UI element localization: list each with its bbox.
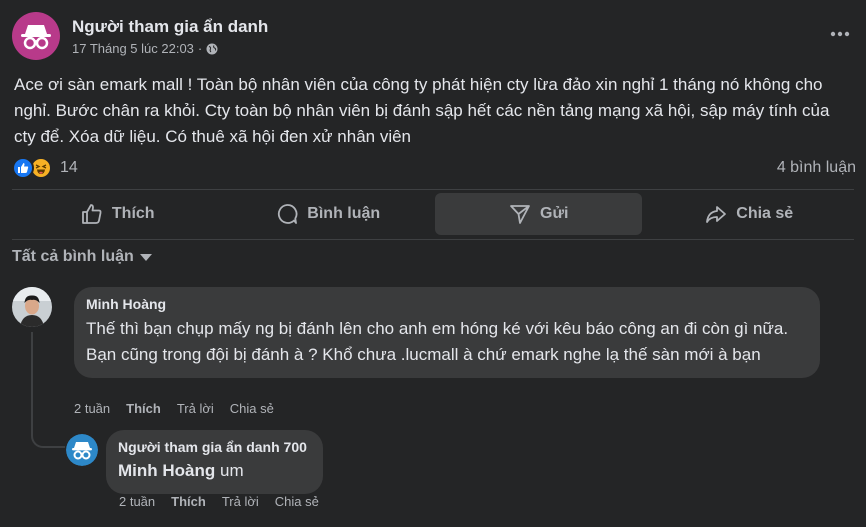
post-author[interactable]: Người tham gia ẩn danh [72,16,268,38]
send-label: Gửi [540,205,569,222]
comment: Minh Hoàng Thế thì bạn chụp mấy ng bị đá… [12,287,820,378]
post-header: Người tham gia ẩn danh 17 Tháng 5 lúc 22… [12,12,854,60]
send-button[interactable]: Gửi [435,193,642,235]
comment-icon [278,204,298,224]
share-icon [706,206,727,223]
comment-bubble: Minh Hoàng Thế thì bạn chụp mấy ng bị đá… [74,287,820,378]
comment-time[interactable]: 2 tuần [74,401,110,416]
comment-filter-dropdown[interactable]: Tất cả bình luận [12,248,152,266]
like-reaction-icon [12,157,34,179]
comment-author[interactable]: Minh Hoàng [86,295,808,313]
comment-share-button[interactable]: Chia sẻ [230,401,274,416]
comment-button[interactable]: Bình luận [225,193,432,235]
reaction-count[interactable]: 14 [60,159,78,177]
reply-author[interactable]: Người tham gia ẩn danh 700 [118,438,307,456]
share-label: Chia sẻ [736,205,794,222]
reply-bubble: Người tham gia ẩn danh 700 Minh Hoàng um [106,430,323,494]
send-icon [510,205,530,224]
caret-down-icon [139,253,152,261]
like-button[interactable]: Thích [14,193,221,235]
comment-actions: 2 tuần Thích Trả lời Chia sẻ [74,401,290,416]
anonymous-icon [21,25,51,50]
share-button[interactable]: Chia sẻ [646,193,853,235]
comment-label: Bình luận [307,205,381,222]
post-text: Ace ơi sàn emark mall ! Toàn bộ nhân viê… [14,75,830,146]
reply-mention[interactable]: Minh Hoàng [118,461,215,480]
divider [12,189,854,190]
reply-text: Minh Hoàng um [118,458,307,484]
reply-actions: 2 tuần Thích Trả lời Chia sẻ [119,494,335,509]
comment-text: Thế thì bạn chụp mấy ng bị đánh lên cho … [86,319,789,364]
like-label: Thích [111,205,155,222]
reply-comment: Người tham gia ẩn danh 700 Minh Hoàng um [66,430,323,494]
post-timestamp[interactable]: 17 Tháng 5 lúc 22:03 [72,41,194,56]
globe-icon [206,43,218,54]
reply-time[interactable]: 2 tuần [119,494,155,509]
reply-share-button[interactable]: Chia sẻ [275,494,319,509]
reply-like-button[interactable]: Thích [171,494,206,509]
more-options-button[interactable] [824,18,856,50]
reply-avatar[interactable] [66,434,98,466]
anonymous-icon [66,434,98,466]
comment-count[interactable]: 4 bình luận [777,159,856,177]
commenter-avatar[interactable] [12,287,52,327]
divider [12,239,854,240]
action-bar: Thích Bình luận Gửi Chia sẻ [12,193,854,235]
thumbs-up-icon [82,204,102,224]
reply-body: um [215,461,244,480]
comment-reply-button[interactable]: Trả lời [177,401,214,416]
anonymous-avatar[interactable] [12,12,60,60]
reactions-row: 14 4 bình luận [12,154,856,182]
comment-like-button[interactable]: Thích [126,401,161,416]
reply-reply-button[interactable]: Trả lời [222,494,259,509]
reaction-summary[interactable] [12,157,52,179]
separator: · [197,41,203,56]
filter-label: Tất cả bình luận [12,248,134,265]
more-icon [830,31,850,37]
